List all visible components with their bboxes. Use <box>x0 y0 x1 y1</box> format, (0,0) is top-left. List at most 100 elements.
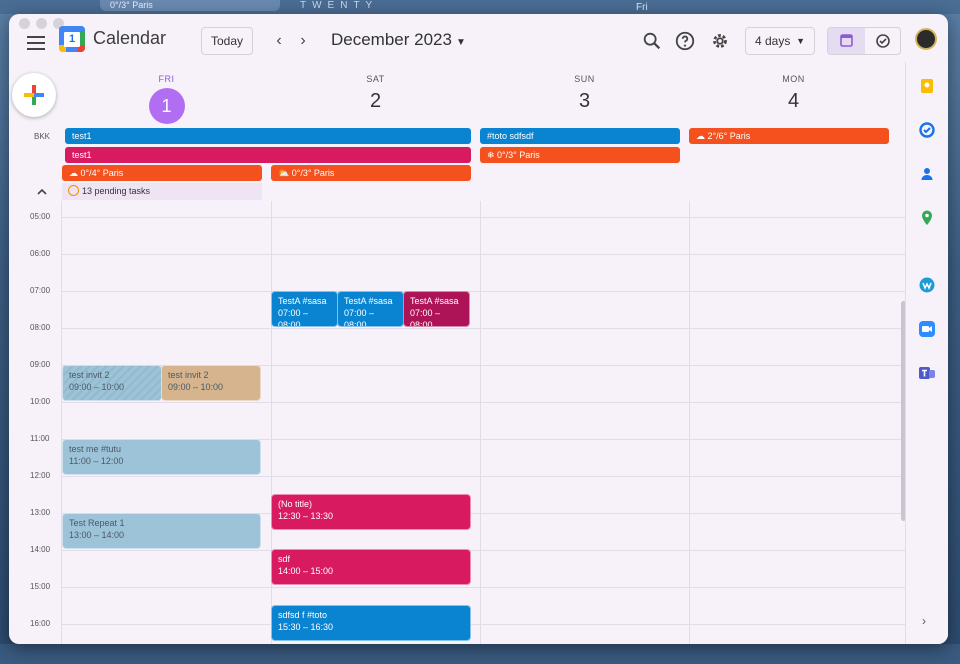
event-block[interactable]: sdf 14:00 – 15:00 <box>271 549 471 585</box>
pending-tasks-label: 13 pending tasks <box>82 186 151 196</box>
allday-weather-event[interactable]: ☁ 0°/4° Paris <box>62 165 262 181</box>
teams-icon[interactable] <box>918 364 936 382</box>
allday-weather-event[interactable]: ☁ 2°/6° Paris <box>689 128 889 144</box>
hour-label: 12:00 <box>30 471 51 480</box>
event-block[interactable]: Test Repeat 1 13:00 – 14:00 <box>62 513 261 549</box>
hour-label: 14:00 <box>30 545 51 554</box>
app-title: Calendar <box>93 28 167 48</box>
allday-event-title: #toto sdfsdf <box>487 131 534 141</box>
event-title: TestA #sasa <box>344 296 393 306</box>
day-number: 3 <box>578 90 591 112</box>
day-header-sun[interactable]: SUN 3 <box>480 74 689 113</box>
event-title: sdfsd f #toto <box>278 610 328 620</box>
event-title: Test Repeat 1 <box>69 518 125 528</box>
day-header-mon[interactable]: MON 4 <box>689 74 898 113</box>
expand-panel-chevron-icon[interactable]: › <box>922 614 926 628</box>
calendar-logo-icon: 1 <box>59 26 85 52</box>
event-block[interactable]: TestA #sasa 07:00 – 08:00 <box>337 291 404 327</box>
time-grid[interactable]: 05:00 06:00 07:00 08:00 09:00 10:00 11:0… <box>9 201 905 644</box>
event-block[interactable]: test invit 2 09:00 – 10:00 <box>161 365 261 401</box>
contacts-icon[interactable] <box>918 165 936 183</box>
allday-event-title: 2°/6° Paris <box>707 131 751 141</box>
event-title: test invit 2 <box>168 370 209 380</box>
allday-event-title: 0°/3° Paris <box>497 150 540 160</box>
calendar-icon <box>840 34 853 47</box>
hour-label: 16:00 <box>30 619 51 628</box>
hour-label: 05:00 <box>30 212 51 221</box>
event-block[interactable]: test invit 2 09:00 – 10:00 <box>62 365 162 401</box>
event-time: 09:00 – 10:00 <box>69 382 125 392</box>
desktop-weather-badge: 0°/3° Paris <box>100 0 280 11</box>
help-icon[interactable] <box>674 30 696 52</box>
calendar-view-toggle[interactable] <box>828 28 865 54</box>
allday-event-title: test1 <box>72 131 92 141</box>
maps-pin-icon[interactable] <box>918 209 936 227</box>
hour-label: 09:00 <box>30 360 51 369</box>
allday-event[interactable]: test1 <box>65 128 471 144</box>
day-header-fri[interactable]: FRI 1 <box>62 74 271 124</box>
allday-weather-event[interactable]: ❄ 0°/3° Paris <box>480 147 680 163</box>
event-title: (No title) <box>278 499 313 509</box>
top-bar: 1 Calendar Today ‹ › December 2023 ▼ 4 da… <box>9 14 948 78</box>
keep-notes-icon[interactable] <box>918 77 936 95</box>
allday-event[interactable]: test1 <box>65 147 471 163</box>
event-title: sdf <box>278 554 291 564</box>
today-button[interactable]: Today <box>201 27 253 55</box>
task-check-icon <box>876 34 890 48</box>
event-time: 13:00 – 14:00 <box>69 530 125 540</box>
month-picker-button[interactable]: December 2023 ▼ <box>331 30 466 50</box>
allday-event-title: 0°/4° Paris <box>80 168 124 178</box>
next-period-button[interactable]: › <box>295 32 311 50</box>
event-block[interactable]: (No title) 12:30 – 13:30 <box>271 494 471 530</box>
event-time: 09:00 – 10:00 <box>168 382 224 392</box>
event-block[interactable]: TestA #sasa 07:00 – 08:00 <box>403 291 470 327</box>
hour-label: 11:00 <box>30 434 50 443</box>
day-header-sat[interactable]: SAT 2 <box>271 74 480 113</box>
allday-event-title: test1 <box>72 150 92 160</box>
settings-gear-icon[interactable] <box>709 30 731 52</box>
collapse-allday-icon[interactable] <box>35 186 49 198</box>
day-name: MON <box>782 74 805 84</box>
event-block[interactable]: test me #tutu 11:00 – 12:00 <box>62 439 261 475</box>
tasks-icon[interactable] <box>918 121 936 139</box>
hour-label: 13:00 <box>30 508 51 517</box>
event-time: 07:00 – 08:00 <box>410 308 441 327</box>
day-name: SAT <box>366 74 385 84</box>
hour-label: 06:00 <box>30 249 51 258</box>
allday-event[interactable]: #toto sdfsdf <box>480 128 680 144</box>
zoom-icon[interactable] <box>918 320 936 338</box>
create-event-button[interactable] <box>12 73 56 117</box>
sun-cloud-icon: ⛅ <box>278 168 292 178</box>
previous-period-button[interactable]: ‹ <box>271 32 287 50</box>
day-number: 1 <box>148 88 185 124</box>
month-label: December 2023 <box>331 30 452 49</box>
caret-down-icon: ▼ <box>455 37 466 48</box>
view-toggle-group <box>827 27 901 55</box>
cloud-icon: ☁ <box>696 131 708 141</box>
view-label: 4 days <box>755 34 791 48</box>
event-block[interactable]: sdfsd f #toto 15:30 – 16:30 <box>271 605 471 641</box>
event-title: TestA #sasa <box>278 296 327 306</box>
event-title: TestA #sasa <box>410 296 459 306</box>
day-name: SUN <box>574 74 595 84</box>
event-time: 15:30 – 16:30 <box>278 622 334 632</box>
caret-down-icon: ▼ <box>796 36 805 46</box>
calendar-window: 1 Calendar Today ‹ › December 2023 ▼ 4 da… <box>9 14 948 644</box>
event-time: 07:00 – 08:00 <box>344 308 375 327</box>
search-icon[interactable] <box>641 30 663 52</box>
webex-icon[interactable] <box>918 276 936 294</box>
allday-weather-event[interactable]: ⛅ 0°/3° Paris <box>271 165 471 181</box>
event-title: test invit 2 <box>69 370 110 380</box>
view-selector[interactable]: 4 days ▼ <box>745 27 815 55</box>
main-menu-button[interactable] <box>27 36 45 50</box>
account-avatar[interactable] <box>915 28 937 50</box>
tasks-view-toggle[interactable] <box>865 28 901 54</box>
snowflake-icon: ❄ <box>487 150 498 160</box>
day-name: FRI <box>158 74 175 84</box>
hour-label: 10:00 <box>30 397 51 406</box>
pending-tasks-chip[interactable]: 13 pending tasks <box>62 183 262 200</box>
event-block[interactable]: TestA #sasa 07:00 – 08:00 <box>271 291 338 327</box>
side-panel: › <box>905 62 948 644</box>
day-number: 2 <box>369 90 382 112</box>
plus-icon <box>24 85 44 105</box>
